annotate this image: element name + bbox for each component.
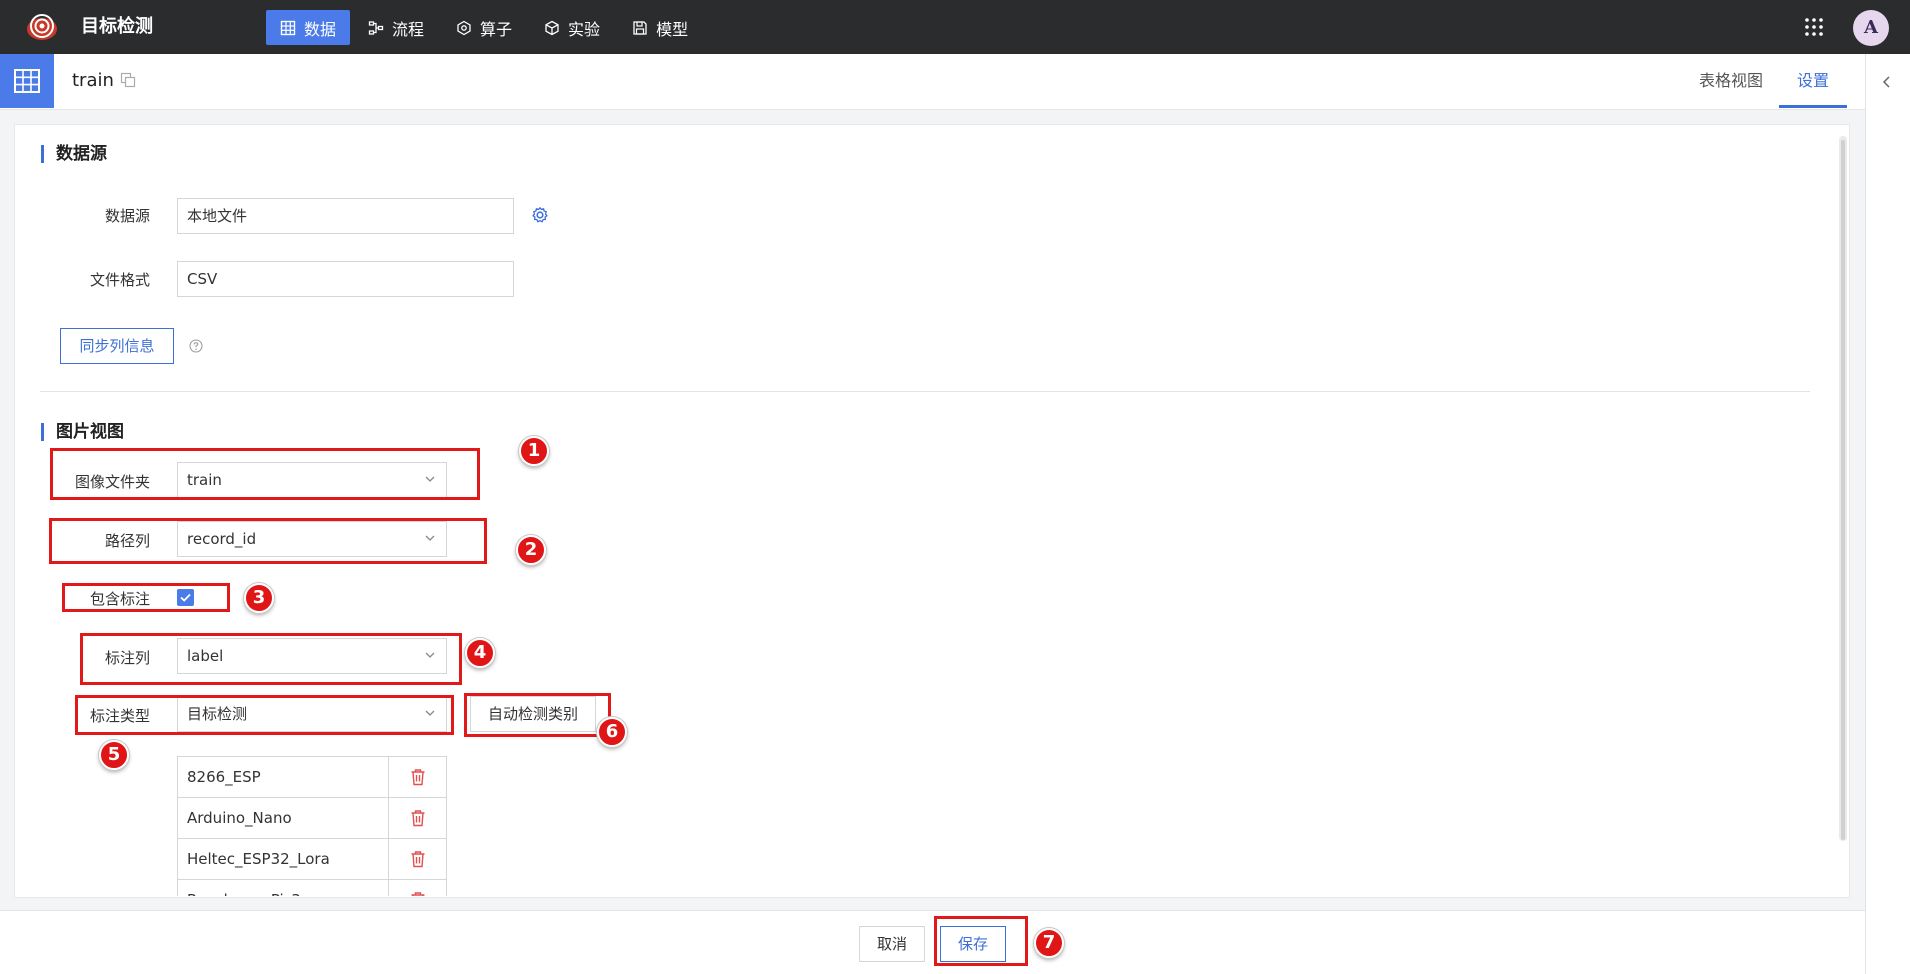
nav-flow[interactable]: 流程 bbox=[354, 10, 438, 45]
chevron-left-icon[interactable] bbox=[1881, 74, 1893, 94]
class-row: Raspberry_Pi_3 bbox=[177, 879, 447, 896]
trash-icon bbox=[411, 769, 424, 786]
right-side-panel bbox=[1865, 54, 1910, 974]
operator-icon bbox=[457, 20, 471, 35]
datasource-settings-gear-icon[interactable] bbox=[531, 206, 549, 228]
annotation-box-7 bbox=[934, 916, 1028, 966]
copy-icon[interactable] bbox=[120, 72, 136, 92]
annotation-badge-4: 4 bbox=[465, 638, 495, 668]
nav-data[interactable]: 数据 bbox=[266, 10, 351, 45]
main-nav: 数据 流程 算子 实验 模型 bbox=[266, 10, 706, 45]
tab-settings[interactable]: 设置 bbox=[1779, 54, 1848, 108]
annotation-badge-6: 6 bbox=[597, 717, 627, 747]
annotation-badge-5: 5 bbox=[99, 740, 129, 770]
trash-icon bbox=[411, 892, 424, 896]
nav-experiment[interactable]: 实验 bbox=[530, 10, 614, 45]
class-name: Arduino_Nano bbox=[187, 809, 292, 827]
nav-flow-label: 流程 bbox=[392, 19, 425, 39]
annotation-box-1 bbox=[50, 448, 480, 500]
trash-icon bbox=[411, 851, 424, 868]
cube-icon bbox=[545, 20, 559, 35]
help-icon[interactable] bbox=[189, 339, 203, 357]
app-logo-icon bbox=[24, 11, 60, 43]
user-avatar[interactable]: A bbox=[1853, 10, 1889, 46]
image-view-section-title: 图片视图 bbox=[41, 423, 124, 441]
annotation-box-4 bbox=[80, 633, 462, 685]
nav-model[interactable]: 模型 bbox=[618, 10, 702, 45]
sync-columns-button[interactable]: 同步列信息 bbox=[60, 328, 174, 364]
dataset-table-icon bbox=[0, 54, 54, 108]
trash-icon bbox=[411, 810, 424, 827]
class-row: 8266_ESP bbox=[177, 756, 447, 798]
class-name: Raspberry_Pi_3 bbox=[187, 880, 301, 896]
class-name: Heltec_ESP32_Lora bbox=[187, 850, 330, 868]
nav-model-label: 模型 bbox=[656, 19, 689, 39]
annotation-box-3 bbox=[62, 583, 230, 612]
annotation-box-6 bbox=[464, 693, 611, 737]
tab-table-view[interactable]: 表格视图 bbox=[1681, 54, 1781, 108]
annotation-badge-2: 2 bbox=[516, 535, 546, 565]
save-icon bbox=[633, 20, 647, 35]
table-icon bbox=[280, 20, 296, 35]
nav-operator-label: 算子 bbox=[480, 19, 513, 39]
class-list: 8266_ESP Arduino_Nano Heltec_ESP32_Lora … bbox=[177, 756, 447, 896]
nav-experiment-label: 实验 bbox=[568, 19, 601, 39]
class-row: Arduino_Nano bbox=[177, 797, 447, 839]
page-title: train bbox=[72, 70, 114, 91]
cancel-button[interactable]: 取消 bbox=[859, 926, 925, 962]
file-format-field[interactable]: CSV bbox=[177, 261, 514, 297]
class-name: 8266_ESP bbox=[187, 768, 261, 786]
top-bar: 目标检测 数据 流程 算子 实验 模型 A bbox=[0, 0, 1910, 54]
annotation-badge-7: 7 bbox=[1034, 928, 1064, 958]
scrollbar-thumb[interactable] bbox=[1841, 140, 1845, 840]
datasource-label: 数据源 bbox=[104, 207, 150, 225]
delete-class-button[interactable] bbox=[388, 798, 446, 838]
flow-icon bbox=[368, 20, 384, 35]
annotation-badge-3: 3 bbox=[244, 583, 274, 613]
app-title: 目标检测 bbox=[81, 16, 153, 37]
file-format-label: 文件格式 bbox=[89, 271, 150, 289]
apps-grid-icon[interactable] bbox=[1804, 17, 1824, 37]
nav-data-label: 数据 bbox=[304, 19, 337, 39]
delete-class-button[interactable] bbox=[388, 839, 446, 879]
datasource-section-title: 数据源 bbox=[41, 145, 107, 163]
page-header: train 表格视图 设置 bbox=[0, 54, 1865, 110]
footer-bar: 取消 保存 bbox=[0, 910, 1865, 974]
delete-class-button[interactable] bbox=[388, 880, 446, 896]
annotation-box-2 bbox=[49, 518, 487, 564]
annotation-badge-1: 1 bbox=[519, 436, 549, 466]
datasource-field[interactable]: 本地文件 bbox=[177, 198, 514, 234]
section-divider bbox=[40, 391, 1810, 392]
delete-class-button[interactable] bbox=[388, 757, 446, 797]
class-row: Heltec_ESP32_Lora bbox=[177, 838, 447, 880]
nav-operator[interactable]: 算子 bbox=[442, 10, 526, 45]
annotation-box-5 bbox=[75, 695, 454, 735]
